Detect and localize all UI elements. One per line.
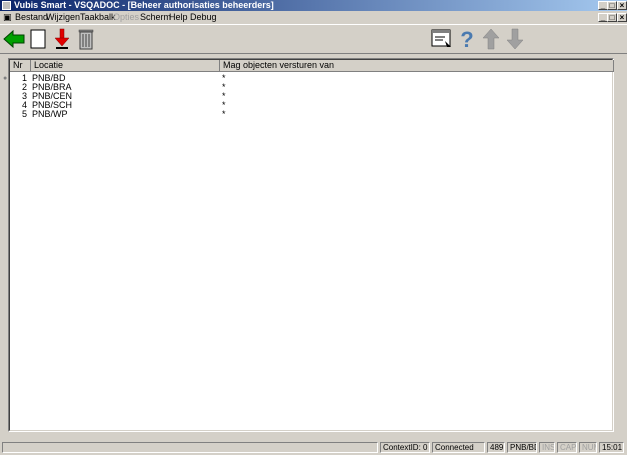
download-arrow-icon [54,28,70,49]
menu-debug[interactable]: Debug [190,12,217,23]
child-maximize-button[interactable]: □ [607,13,617,22]
help-question-icon: ? [460,27,473,51]
arrow-down-icon [506,28,524,50]
status-message [2,442,378,453]
column-header-nr[interactable]: Nr [10,60,31,72]
status-num: NUM [579,442,597,453]
status-bar: ContextID: 0 Connected 489 PNB/BD INS CA… [0,440,627,455]
document-menu-icon[interactable]: ▣ [3,13,13,22]
toolbar: ? [0,24,627,54]
column-header-mag-objecten[interactable]: Mag objecten versturen van [220,60,614,72]
row-locatie: PNB/WP [32,109,68,119]
row-nr: 5 [21,109,27,119]
arrow-up-icon [482,28,500,50]
menu-taakbalk[interactable]: Taakbalk [80,12,116,23]
back-arrow-icon [3,30,25,48]
new-button[interactable] [26,27,50,51]
menu-help[interactable]: Help [169,12,188,23]
column-header-locatie[interactable]: Locatie [31,60,220,72]
download-button[interactable] [50,27,74,51]
move-down-button[interactable] [503,27,527,51]
row-mag: * [222,109,226,119]
title-bar: Vubis Smart - VSQADOC - [Beheer authoris… [0,0,627,11]
table-row[interactable]: 5 PNB/WP * [10,109,612,119]
window-select-icon [431,29,451,47]
delete-button[interactable] [74,27,98,51]
status-context-id: ContextID: 0 [380,442,430,453]
app-icon [2,1,11,10]
child-close-button[interactable]: × [617,13,627,22]
window-select-button[interactable] [430,27,454,51]
trash-icon [78,29,94,50]
menu-bestand[interactable]: Bestand [15,12,48,23]
menu-bar: ▣ Bestand Wijzigen Taakbalk Opties Scher… [0,11,627,24]
new-document-icon [30,29,46,49]
menu-opties: Opties [113,12,140,22]
window-title: Vubis Smart - VSQADOC - [Beheer authoris… [14,0,274,10]
results-grid: Nr Locatie Mag objecten versturen van 1 … [8,58,614,432]
close-button[interactable]: × [617,1,627,10]
status-time: 15:01 [599,442,624,453]
grid-header: Nr Locatie Mag objecten versturen van [10,60,614,72]
status-count: 489 [487,442,505,453]
move-up-button[interactable] [479,27,503,51]
status-caps: CAPS [557,442,577,453]
status-connection: Connected [432,442,485,453]
svg-text:?: ? [460,27,473,51]
help-button[interactable]: ? [455,27,479,51]
back-button[interactable] [2,27,26,51]
menu-scherm[interactable]: Scherm [140,12,171,23]
status-location: PNB/BD [507,442,537,453]
status-ins: INS [539,442,555,453]
menu-wijzigen[interactable]: Wijzigen [46,12,80,23]
maximize-button[interactable]: □ [607,1,617,10]
